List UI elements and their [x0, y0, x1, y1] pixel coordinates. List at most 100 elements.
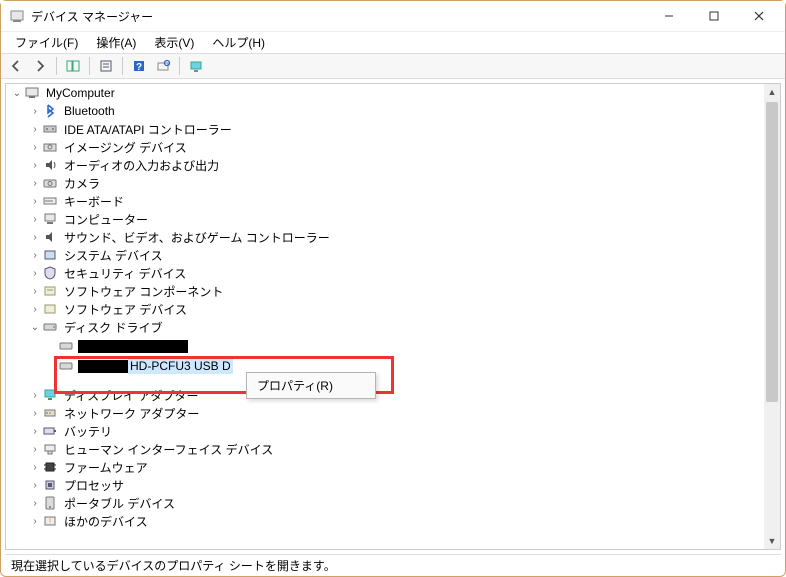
expand-icon[interactable]: › [28, 516, 42, 527]
menu-file[interactable]: ファイル(F) [7, 32, 86, 53]
context-menu: プロパティ(R) [246, 372, 376, 399]
expand-icon[interactable]: › [28, 390, 42, 401]
device-category[interactable]: ›ソフトウェア デバイス [6, 300, 764, 318]
collapse-icon[interactable]: ⌄ [10, 88, 24, 99]
expand-icon[interactable]: › [28, 304, 42, 315]
device-category[interactable]: ›バッテリ [6, 422, 764, 440]
drive-icon [58, 339, 74, 353]
title-bar: デバイス マネージャー [1, 1, 785, 31]
expand-icon[interactable]: › [28, 232, 42, 243]
menu-bar: ファイル(F) 操作(A) 表示(V) ヘルプ(H) [1, 31, 785, 53]
firmware-icon [42, 460, 58, 474]
expand-icon[interactable]: › [28, 408, 42, 419]
device-category[interactable]: ›カメラ [6, 174, 764, 192]
redacted-text [78, 340, 188, 353]
device-category[interactable]: ›ソフトウェア コンポーネント [6, 282, 764, 300]
network-icon [42, 406, 58, 420]
category-label: サウンド、ビデオ、およびゲーム コントローラー [62, 228, 332, 247]
maximize-button[interactable] [691, 2, 736, 30]
expand-icon[interactable]: › [28, 286, 42, 297]
scan-hardware-button[interactable] [152, 55, 174, 77]
expand-icon[interactable]: › [28, 498, 42, 509]
redacted-text [78, 360, 128, 373]
menu-help[interactable]: ヘルプ(H) [204, 32, 273, 53]
expand-icon[interactable]: › [28, 214, 42, 225]
category-label: ディスク ドライブ [62, 318, 165, 337]
category-label: ディスプレイ アダプター [62, 386, 201, 405]
device-category[interactable]: ›ヒューマン インターフェイス デバイス [6, 440, 764, 458]
scroll-down-icon[interactable]: ▼ [764, 533, 780, 549]
device-category[interactable]: › サウンド、ビデオ、およびゲーム コントローラー [6, 228, 764, 246]
context-menu-properties[interactable]: プロパティ(R) [247, 373, 375, 398]
category-label: システム デバイス [62, 246, 165, 265]
display-icon [42, 388, 58, 402]
drive-label: HD-PCFU3 USB D [128, 358, 233, 374]
expand-icon[interactable]: › [28, 480, 42, 491]
expand-icon[interactable]: › [28, 124, 42, 135]
device-category[interactable]: › プロセッサ [6, 476, 764, 494]
category-label: プロセッサ [62, 476, 126, 495]
expand-icon[interactable]: › [28, 106, 42, 117]
ide-icon [42, 122, 58, 136]
expand-icon[interactable]: › [28, 426, 42, 437]
show-hide-tree-button[interactable] [62, 55, 84, 77]
category-label: セキュリティ デバイス [62, 264, 188, 283]
expand-icon[interactable]: › [28, 462, 42, 473]
expand-icon[interactable]: › [28, 250, 42, 261]
svg-text:?: ? [136, 62, 142, 73]
device-category[interactable]: › セキュリティ デバイス [6, 264, 764, 282]
vertical-scrollbar[interactable]: ▲ ▼ [764, 84, 780, 549]
expand-icon[interactable]: › [28, 178, 42, 189]
audio-icon [42, 158, 58, 172]
device-category[interactable]: ›IDE ATA/ATAPI コントローラー [6, 120, 764, 138]
expand-icon[interactable]: › [28, 196, 42, 207]
monitor-button[interactable] [185, 55, 207, 77]
scroll-up-icon[interactable]: ▲ [764, 84, 780, 100]
device-category[interactable]: ›!ほかのデバイス [6, 512, 764, 530]
scroll-thumb[interactable] [766, 102, 778, 402]
device-category[interactable]: › ポータブル デバイス [6, 494, 764, 512]
device-tree-panel: ⌄ MyComputer › Bluetooth›IDE ATA/ATAPI コン… [5, 83, 781, 550]
device-category[interactable]: › ディスプレイ アダプター [6, 386, 764, 404]
device-category[interactable]: ›イメージング デバイス [6, 138, 764, 156]
back-button[interactable] [5, 55, 27, 77]
drive-icon [42, 320, 58, 334]
expand-icon[interactable]: › [28, 268, 42, 279]
collapse-icon[interactable]: ⌄ [28, 322, 42, 333]
processor-icon [42, 478, 58, 492]
help-button[interactable]: ? [128, 55, 150, 77]
status-text: 現在選択しているデバイスのプロパティ シートを開きます。 [11, 559, 336, 573]
device-category[interactable]: ›ファームウェア [6, 458, 764, 476]
expand-icon[interactable]: › [28, 160, 42, 171]
status-bar: 現在選択しているデバイスのプロパティ シートを開きます。 [5, 554, 781, 572]
properties-button[interactable] [95, 55, 117, 77]
disk-drive-item[interactable] [6, 336, 764, 356]
category-label: オーディオの入力および出力 [62, 156, 221, 175]
category-label: ほかのデバイス [62, 512, 150, 531]
toolbar: ? [1, 53, 785, 79]
menu-action[interactable]: 操作(A) [88, 32, 144, 53]
minimize-button[interactable] [646, 2, 691, 30]
close-button[interactable] [736, 2, 781, 30]
device-category[interactable]: ›コンピューター [6, 210, 764, 228]
device-category[interactable]: ›キーボード [6, 192, 764, 210]
device-category[interactable]: › システム デバイス [6, 246, 764, 264]
security-icon [42, 266, 58, 280]
category-label: Bluetooth [62, 103, 117, 119]
disk-drive-item-selected[interactable]: HD-PCFU3 USB D [6, 356, 764, 376]
portable-icon [42, 496, 58, 510]
menu-view[interactable]: 表示(V) [146, 32, 202, 53]
category-label: ネットワーク アダプター [62, 404, 201, 423]
tree-root-label: MyComputer [44, 85, 117, 101]
battery-icon [42, 424, 58, 438]
category-label: ポータブル デバイス [62, 494, 177, 513]
forward-button[interactable] [29, 55, 51, 77]
device-category[interactable]: › Bluetooth [6, 102, 764, 120]
expand-icon[interactable]: › [28, 444, 42, 455]
camera-icon [42, 176, 58, 190]
expand-icon[interactable]: › [28, 142, 42, 153]
device-category[interactable]: › オーディオの入力および出力 [6, 156, 764, 174]
tree-root[interactable]: ⌄ MyComputer [6, 84, 764, 102]
device-category[interactable]: › ネットワーク アダプター [6, 404, 764, 422]
category-disk-drives[interactable]: ⌄ ディスク ドライブ [6, 318, 764, 336]
